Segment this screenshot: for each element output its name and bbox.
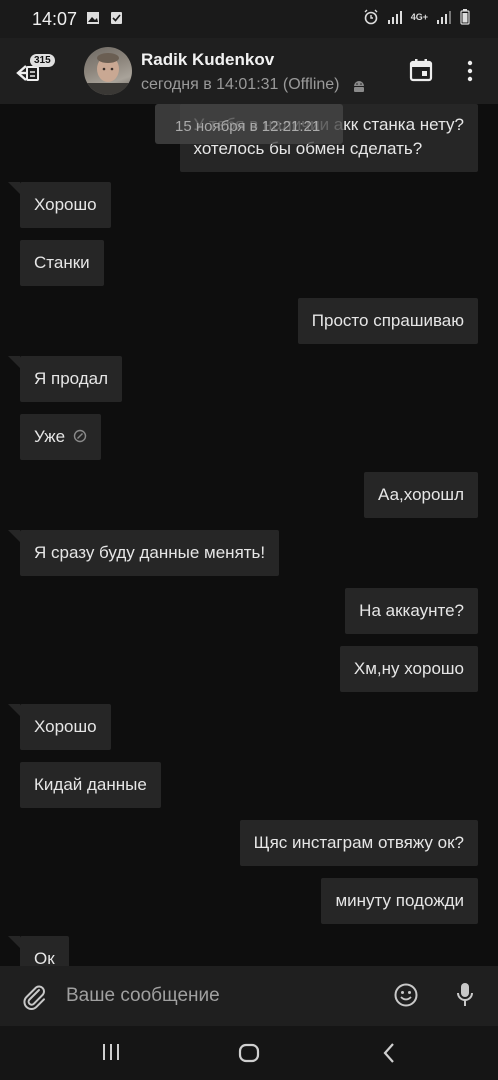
nav-back-button[interactable] [381,1042,397,1069]
attach-button[interactable] [20,982,48,1015]
calendar-button[interactable] [409,58,433,87]
voice-button[interactable] [456,982,474,1013]
message-input[interactable] [66,982,366,1010]
android-icon [354,81,364,92]
paperclip-icon [23,985,45,1010]
message-out[interactable]: минуту подожди [321,878,478,924]
bubble-tail [8,356,20,368]
more-options-button[interactable] [466,60,474,87]
network-label: 4G+ [410,12,428,22]
emoji-button[interactable] [393,982,419,1013]
chevron-left-icon [383,1043,394,1063]
signal-icon-2 [437,11,451,24]
composer [0,966,498,1026]
back-button[interactable]: 315 [12,54,56,90]
message-in[interactable]: Станки [20,240,104,286]
calendar-icon [409,59,433,82]
contact-name[interactable]: Radik Kudenkov [141,50,274,70]
message-out[interactable]: Просто спрашиваю [297,298,478,344]
download-check-icon [111,12,122,24]
message-out[interactable]: Щяс инстаграм отвяжу ок? [239,820,478,866]
contact-status: сегодня в 14:01:31 (Offline) [141,76,340,93]
more-vert-icon [467,60,473,82]
message-in[interactable]: Ок [20,936,69,966]
avatar-photo [84,53,132,95]
recents-button[interactable] [101,1042,121,1067]
bubble-tail [8,182,20,194]
status-time: 14:07 [32,9,78,29]
unread-badge: 315 [30,54,55,67]
chat-header: 315 Radik Kudenkov сегодня в 14:01:31 (O… [0,38,498,104]
message-out[interactable]: На аккаунте? [345,588,478,634]
bubble-tail [8,704,20,716]
gallery-icon [87,12,99,24]
message-list[interactable]: У тебя в наличии акк станка нету? хотело… [0,104,498,966]
avatar[interactable] [84,47,132,95]
status-bar: 14:07 4G+ [0,0,498,38]
system-nav-bar [0,1026,498,1080]
signal-icon [387,11,402,24]
message-in[interactable]: Уже [20,414,101,460]
status-icons: 4G+ [363,9,470,25]
emoji-icon [394,983,418,1007]
message-out[interactable]: Аа,хорошл [364,472,478,518]
bubble-tail [8,530,20,542]
message-text: Уже [34,427,66,446]
bubble-tail [8,936,20,948]
message-in[interactable]: Хорошо [20,704,111,750]
recents-icon [103,1044,119,1060]
home-button[interactable] [238,1042,260,1069]
message-in[interactable]: Я продал [20,356,123,402]
mic-icon [457,983,473,1006]
date-chip-text: 15 ноября в 12:21:21 [175,118,321,135]
home-icon [238,1043,260,1063]
battery-icon [460,9,470,25]
message-in[interactable]: Я сразу буду данные менять! [20,530,280,576]
edited-icon [73,429,86,443]
message-out[interactable]: Хм,ну хорошо [339,646,478,692]
message-in[interactable]: Кидай данные [20,762,161,808]
alarm-icon [364,9,378,25]
message-in[interactable]: Хорошо [20,182,111,228]
